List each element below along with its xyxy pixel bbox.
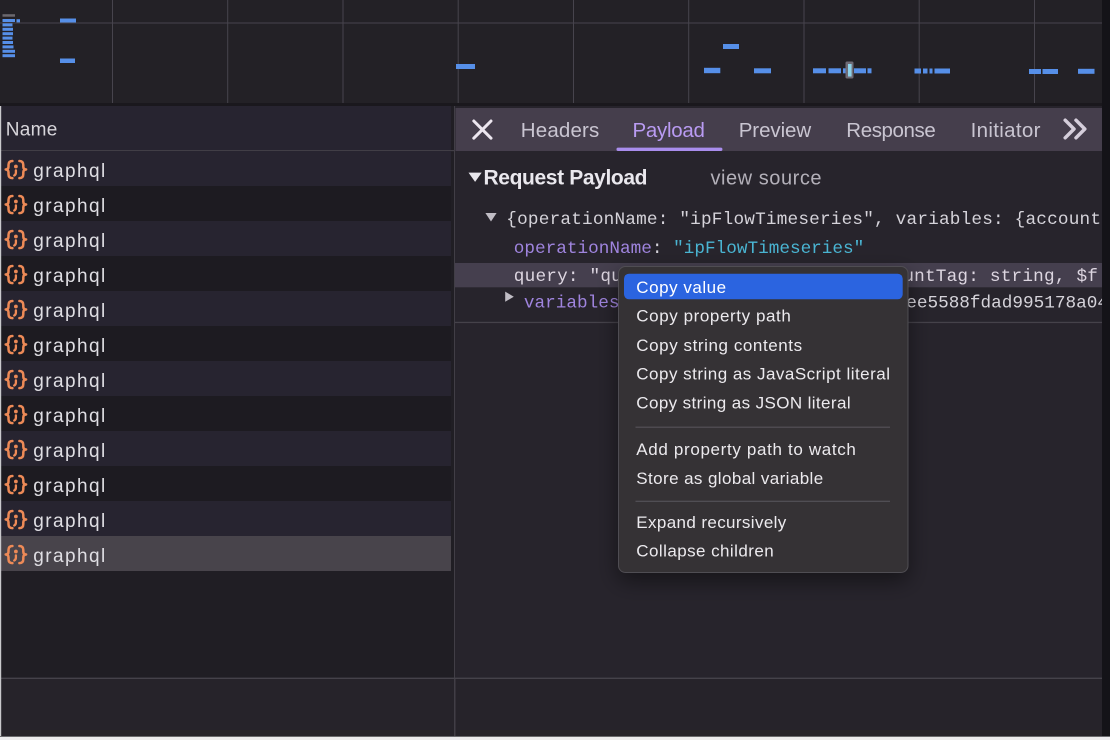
svg-text:"ipFlowTimeseries": "ipFlowTimeseries" <box>673 239 864 259</box>
svg-text:Name: Name <box>6 120 58 141</box>
svg-text:Initiator: Initiator <box>971 119 1041 142</box>
svg-text:Store as global variable: Store as global variable <box>636 469 823 488</box>
svg-text:Response: Response <box>846 119 936 142</box>
svg-text:Copy string as JavaScript lite: Copy string as JavaScript literal <box>636 365 890 384</box>
svg-text:Payload: Payload <box>633 119 705 142</box>
svg-text:Request Payload: Request Payload <box>484 166 648 189</box>
svg-text:Copy string as JSON literal: Copy string as JSON literal <box>636 394 850 413</box>
svg-text:Copy value: Copy value <box>636 278 726 297</box>
svg-text:operationName: operationName <box>514 239 652 259</box>
svg-text:variables: variables <box>524 293 620 313</box>
svg-text:view source: view source <box>711 167 822 189</box>
svg-text:Expand recursively: Expand recursively <box>636 513 787 532</box>
svg-text:Copy property path: Copy property path <box>636 306 791 325</box>
svg-text:Add property path to watch: Add property path to watch <box>636 440 856 459</box>
svg-text:Headers: Headers <box>521 119 600 142</box>
svg-text:Collapse children: Collapse children <box>636 542 773 561</box>
svg-text:Copy string contents: Copy string contents <box>636 336 802 355</box>
svg-text:{operationName: "ipFlowTimeser: {operationName: "ipFlowTimeseries", vari… <box>506 210 1101 230</box>
svg-text:Preview: Preview <box>739 119 812 142</box>
svg-text::: : <box>652 239 663 259</box>
